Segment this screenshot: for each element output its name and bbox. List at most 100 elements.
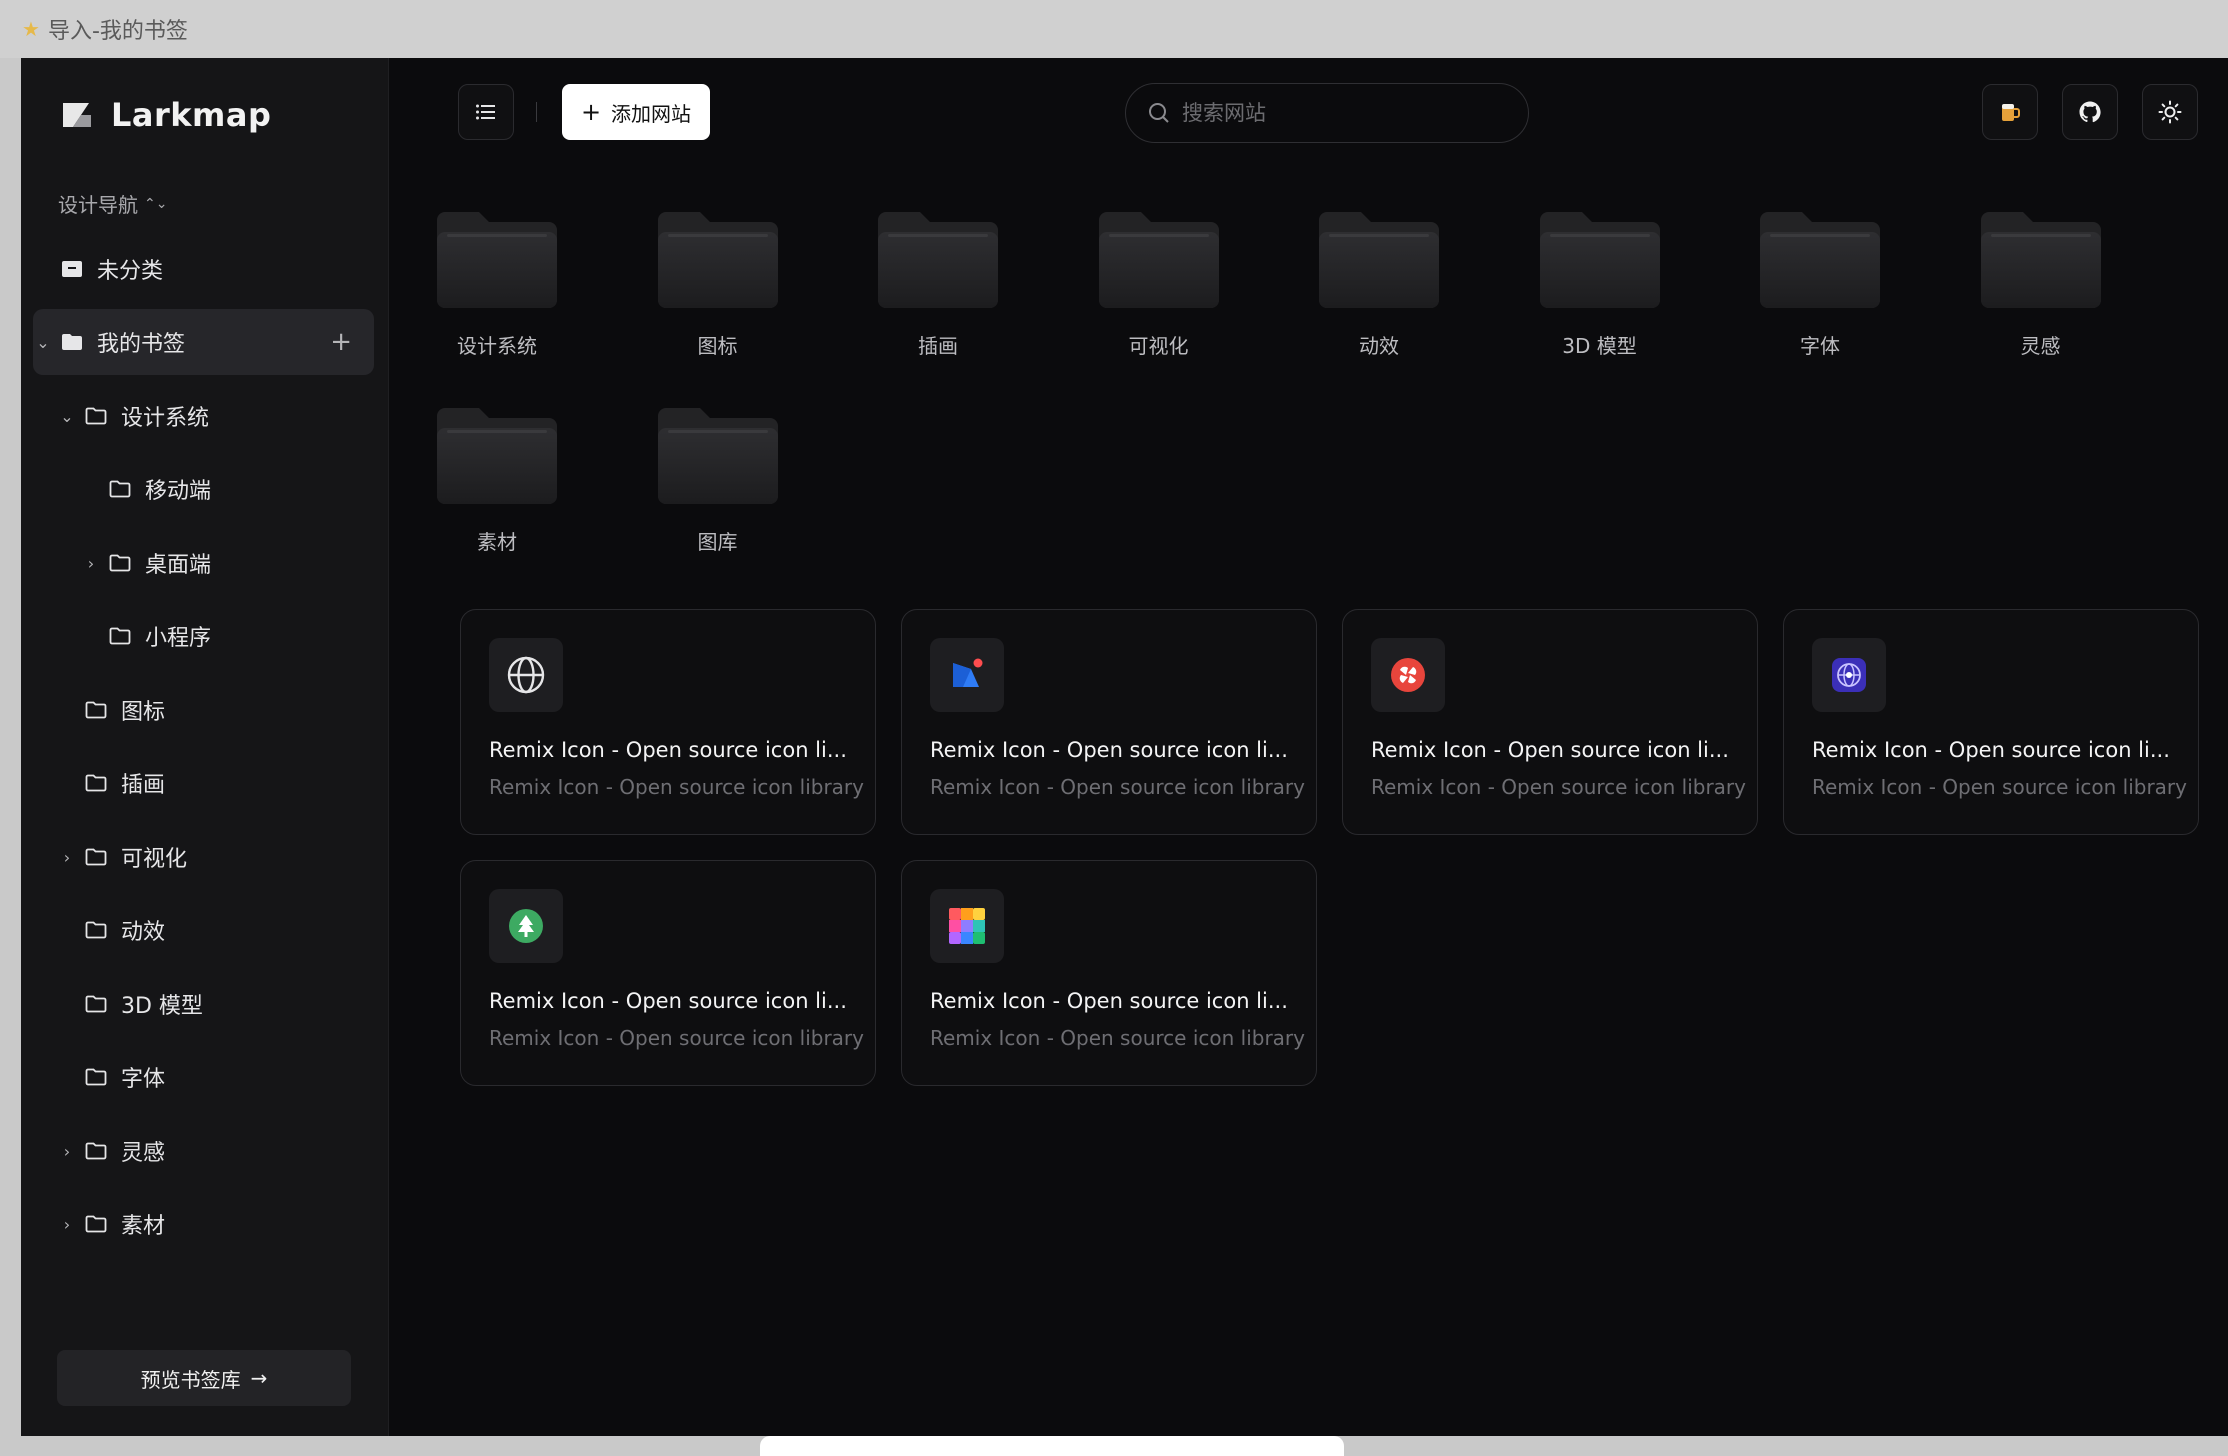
folder-tile[interactable]: 可视化 xyxy=(1069,210,1249,370)
search-bar[interactable] xyxy=(1125,83,1529,143)
folder-icon xyxy=(657,408,778,504)
bookmark-card[interactable]: Remix Icon - Open source icon li... Remix… xyxy=(460,609,876,835)
bookmark-card[interactable]: Remix Icon - Open source icon li... Remix… xyxy=(460,860,876,1086)
folder-label: 可视化 xyxy=(1128,334,1189,358)
folder-icon xyxy=(85,1142,107,1160)
theme-toggle-button[interactable] xyxy=(2142,84,2198,140)
folder-icon xyxy=(878,212,998,308)
folder-tile[interactable]: 图库 xyxy=(628,406,808,566)
folder-icon xyxy=(437,408,557,504)
blue-app-icon xyxy=(930,638,1004,712)
bookmark-description: Remix Icon - Open source icon library xyxy=(489,775,864,799)
sidebar-item-fonts[interactable]: 字体 xyxy=(77,1044,418,1110)
folder-label: 动效 xyxy=(1359,334,1399,358)
toolbar-divider xyxy=(536,102,537,122)
search-input[interactable] xyxy=(1182,101,1502,125)
sidebar-item-label: 未分类 xyxy=(97,259,164,284)
sidebar-item-3d-model[interactable]: 3D 模型 xyxy=(77,971,418,1037)
folder-tile[interactable]: 设计系统 xyxy=(407,210,587,370)
bookmark-title: Remix Icon - Open source icon li... xyxy=(930,738,1288,762)
sidebar-item-label: 移动端 xyxy=(145,479,212,504)
folder-label: 插画 xyxy=(918,334,958,358)
bookmark-description: Remix Icon - Open source icon library xyxy=(1812,775,2187,799)
bookmark-title: Remix Icon - Open source icon li... xyxy=(489,989,847,1013)
chevron-right-icon[interactable]: › xyxy=(57,1215,77,1234)
github-button[interactable] xyxy=(2062,84,2118,140)
folder-icon xyxy=(85,701,107,719)
folder-icon xyxy=(1098,212,1219,308)
chevron-down-icon[interactable]: ⌄ xyxy=(33,333,53,352)
folder-icon xyxy=(85,407,107,425)
sidebar-item-illustration[interactable]: 插画 xyxy=(77,750,418,816)
folder-icon xyxy=(1319,212,1439,308)
folder-tile[interactable]: 3D 模型 xyxy=(1510,210,1690,370)
sidebar-item-label: 设计系统 xyxy=(121,406,210,431)
preview-library-button[interactable]: 预览书签库 → xyxy=(57,1350,351,1406)
folder-label: 图库 xyxy=(697,530,738,554)
folder-tile[interactable]: 图标 xyxy=(628,210,808,370)
sidebar-item-materials[interactable]: › 素材 xyxy=(57,1191,398,1257)
app-window: Larkmap 设计导航 ⌃⌄ 未分类 ⌄ 我的书签 + ⌄ 设计系统 移动端 … xyxy=(21,58,2228,1436)
sidebar-item-label: 素材 xyxy=(121,1214,166,1239)
folder-icon xyxy=(1980,212,2101,308)
archive-icon xyxy=(62,261,82,277)
purple-globe-icon xyxy=(1812,638,1886,712)
github-icon xyxy=(2079,101,2101,123)
folder-icon xyxy=(109,480,131,498)
folder-label: 设计系统 xyxy=(457,334,537,358)
nav-switch-dropdown[interactable]: 设计导航 ⌃⌄ xyxy=(58,189,167,218)
sidebar: Larkmap 设计导航 ⌃⌄ 未分类 ⌄ 我的书签 + ⌄ 设计系统 移动端 … xyxy=(21,58,389,1436)
window-titlebar: ★ 导入-我的书签 xyxy=(0,0,2228,58)
toggle-sidebar-button[interactable] xyxy=(458,84,514,140)
add-folder-button[interactable]: + xyxy=(330,327,352,357)
folder-tile[interactable]: 插画 xyxy=(848,210,1028,370)
larkmap-logo-icon xyxy=(63,103,91,127)
brand[interactable]: Larkmap xyxy=(59,96,271,134)
chevron-down-icon[interactable]: ⌄ xyxy=(57,407,77,426)
sidebar-item-design-system[interactable]: ⌄ 设计系统 xyxy=(57,383,398,449)
folder-icon xyxy=(109,554,131,572)
sidebar-item-label: 图标 xyxy=(121,700,166,725)
sidebar-item-icons[interactable]: 图标 xyxy=(77,677,418,743)
brand-name: Larkmap xyxy=(111,96,272,134)
red-logo-icon xyxy=(1371,638,1445,712)
sun-icon xyxy=(2158,100,2182,124)
sidebar-item-motion[interactable]: 动效 xyxy=(77,897,418,963)
add-website-label: 添加网站 xyxy=(611,101,692,126)
bookmark-card[interactable]: Remix Icon - Open source icon li... Remix… xyxy=(901,609,1317,835)
bottom-dock-edge xyxy=(760,1436,1344,1456)
sidebar-item-desktop[interactable]: › 桌面端 xyxy=(81,530,422,596)
donate-button[interactable] xyxy=(1982,84,2038,140)
list-icon xyxy=(476,104,495,120)
chevron-right-icon[interactable]: › xyxy=(81,554,101,573)
folder-icon xyxy=(85,1215,107,1233)
plus-icon: + xyxy=(580,98,602,126)
bookmark-card[interactable]: Remix Icon - Open source icon li... Remix… xyxy=(1342,609,1758,835)
bookmark-title: Remix Icon - Open source icon li... xyxy=(1812,738,2170,762)
folder-icon xyxy=(85,995,107,1013)
bookmark-card[interactable]: Remix Icon - Open source icon li... Remix… xyxy=(901,860,1317,1086)
sidebar-item-visualization[interactable]: › 可视化 xyxy=(57,824,398,890)
sidebar-item-uncategorized[interactable]: 未分类 xyxy=(33,236,374,302)
folder-icon xyxy=(437,212,557,308)
folder-icon xyxy=(85,848,107,866)
folder-tile[interactable]: 灵感 xyxy=(1951,210,2131,370)
folder-tile[interactable]: 素材 xyxy=(407,406,587,566)
chevron-right-icon[interactable]: › xyxy=(57,1142,77,1161)
folder-label: 素材 xyxy=(477,530,517,554)
sidebar-item-label: 小程序 xyxy=(145,626,212,651)
chevron-up-down-icon: ⌃⌄ xyxy=(144,195,168,212)
folder-tile[interactable]: 字体 xyxy=(1730,210,1910,370)
bookmark-card[interactable]: Remix Icon - Open source icon li... Remix… xyxy=(1783,609,2199,835)
chevron-right-icon[interactable]: › xyxy=(57,848,77,867)
sidebar-item-label: 动效 xyxy=(121,920,166,945)
sidebar-item-label: 3D 模型 xyxy=(121,994,203,1019)
sidebar-item-label: 桌面端 xyxy=(145,553,212,578)
main-content: + 添加网站 搜索网站 设计系统 图标 插画 可视化 动效 3D 模型 字体 灵… xyxy=(390,58,2228,1436)
add-website-button[interactable]: + 添加网站 xyxy=(562,84,710,140)
sidebar-item-inspiration[interactable]: › 灵感 xyxy=(57,1118,398,1184)
sidebar-item-my-bookmarks[interactable]: ⌄ 我的书签 + xyxy=(33,309,374,375)
bookmark-description: Remix Icon - Open source icon library xyxy=(930,775,1305,799)
folder-tile[interactable]: 动效 xyxy=(1289,210,1469,370)
folder-label: 3D 模型 xyxy=(1562,334,1637,358)
